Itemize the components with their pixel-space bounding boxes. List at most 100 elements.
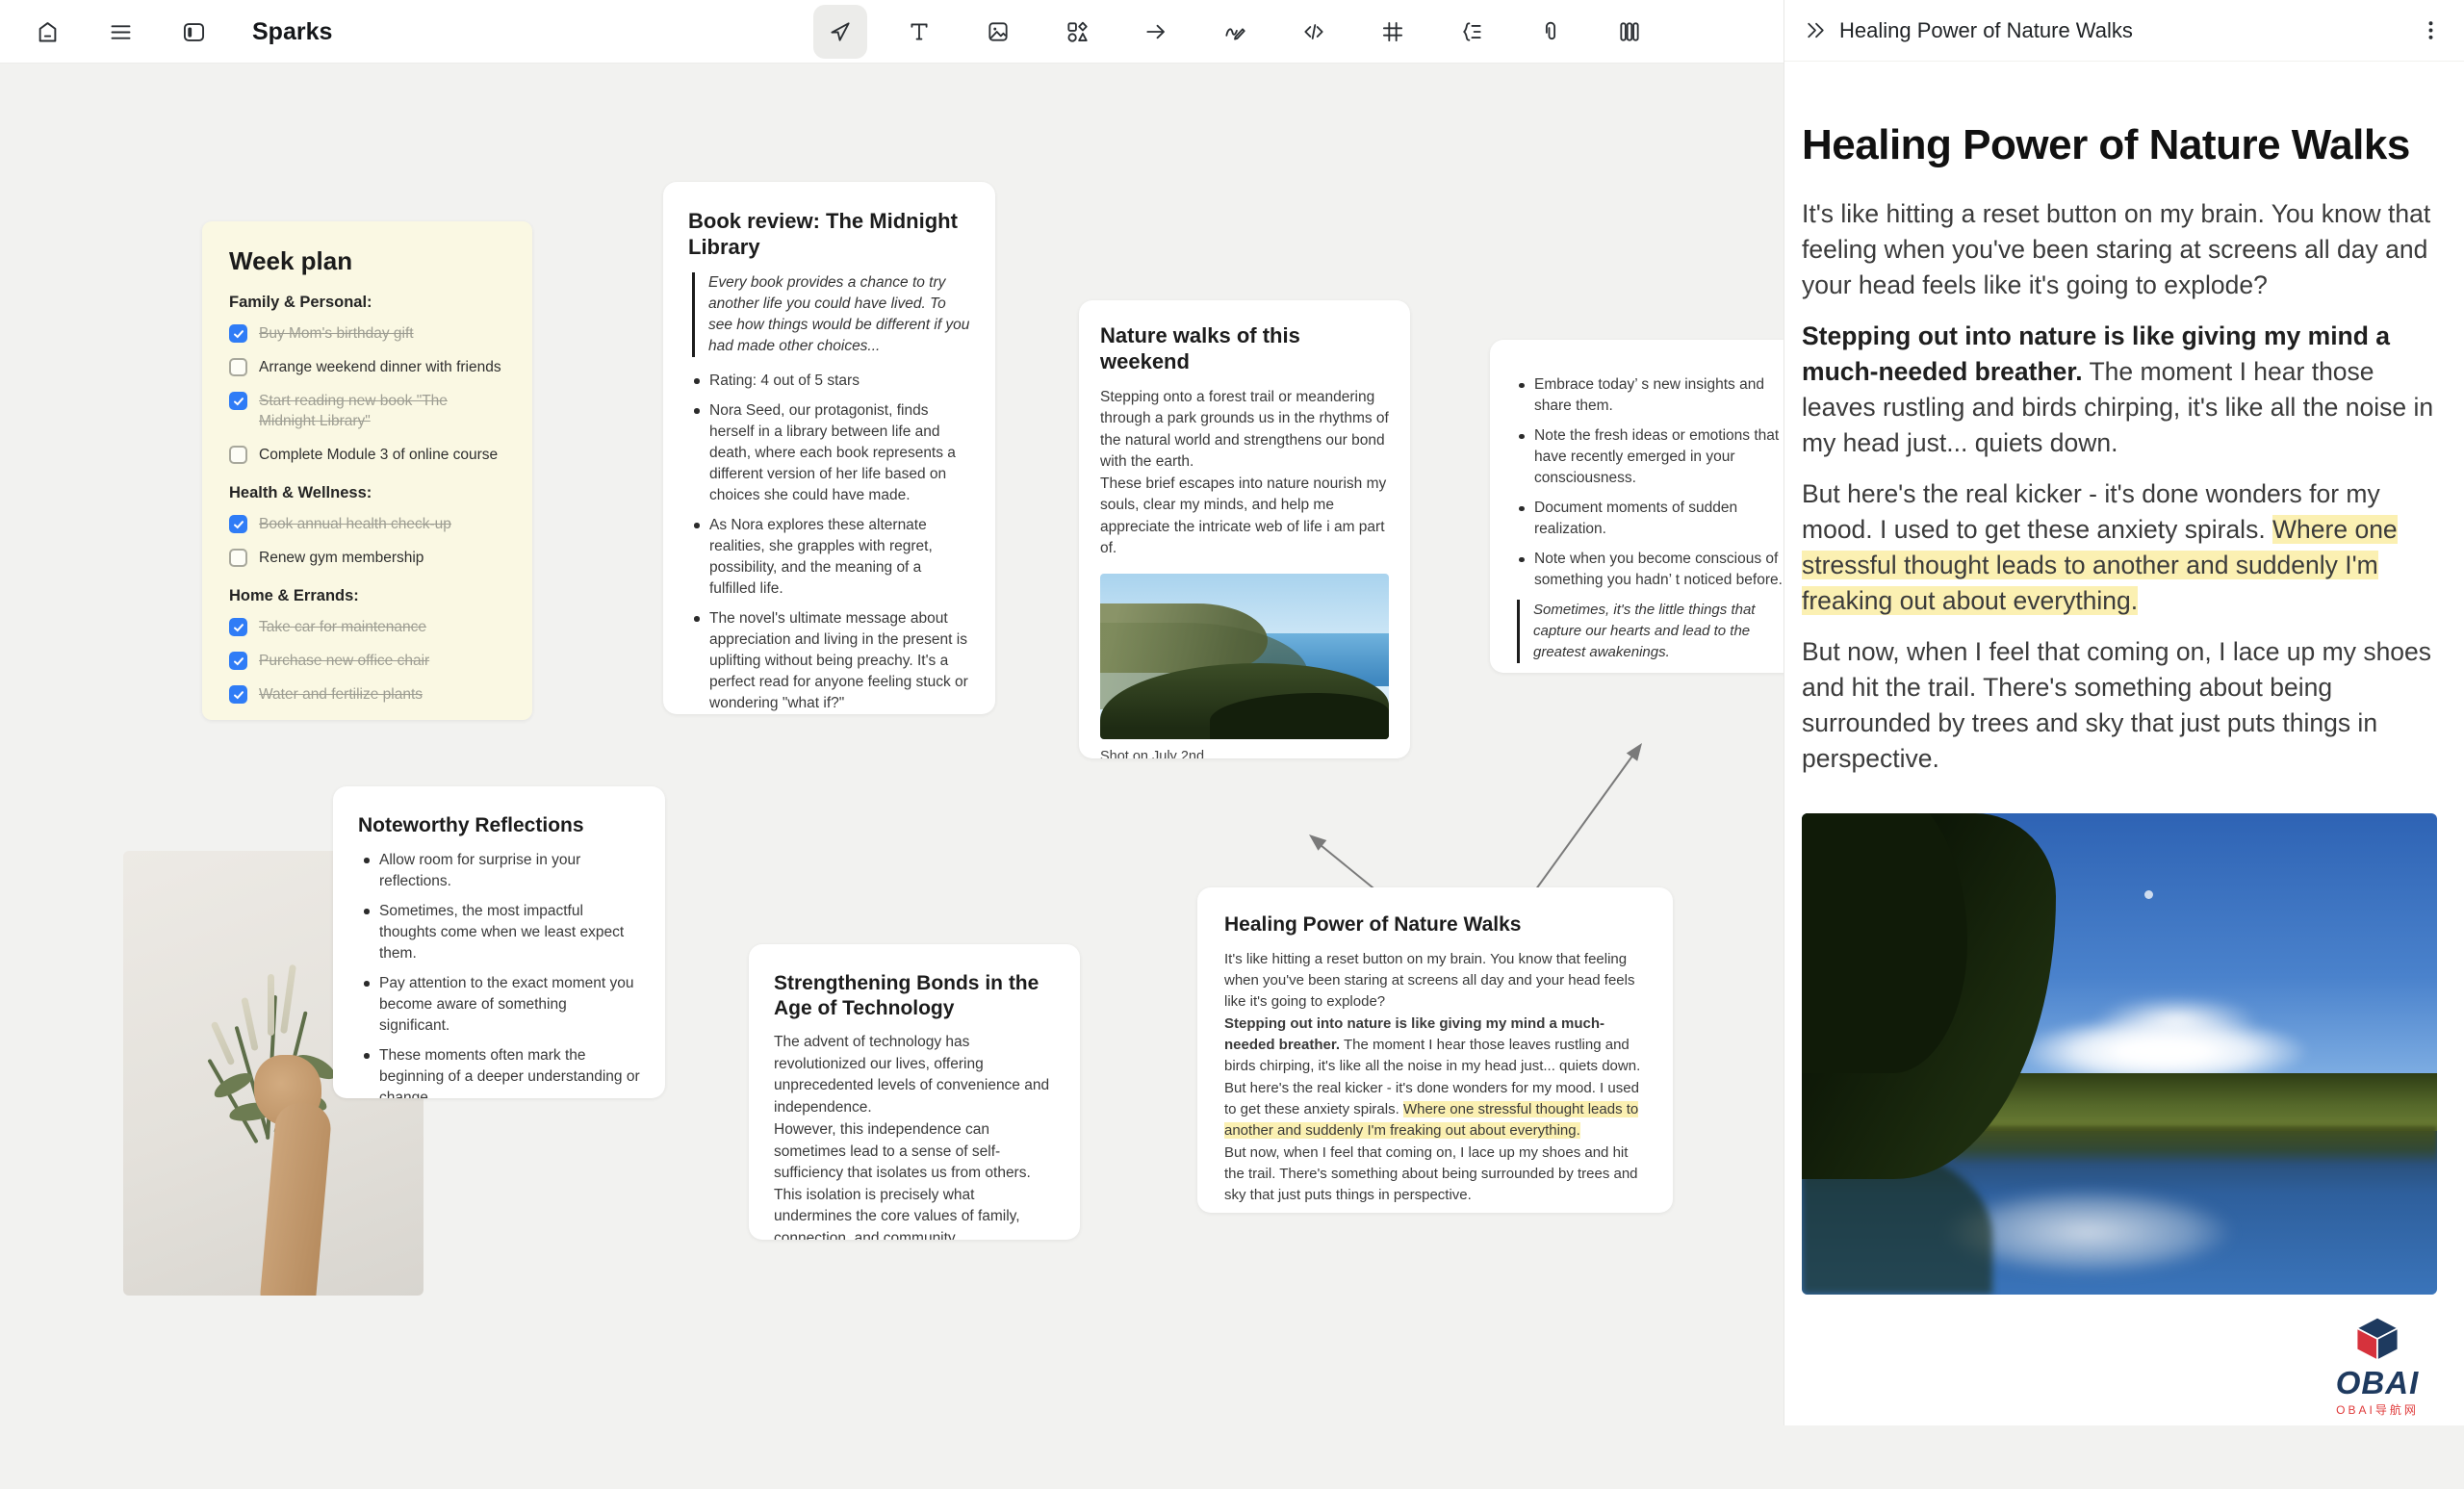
doc-paragraph: But here's the real kicker - it's done w…: [1802, 476, 2441, 619]
image-tool-button[interactable]: [971, 5, 1025, 59]
todo-item: Buy Mom's birthday gift: [229, 323, 505, 344]
arrow-tool-button[interactable]: [1129, 5, 1183, 59]
todo-item: Take car for maintenance: [229, 617, 505, 637]
week-plan-title: Week plan: [229, 246, 505, 276]
bullet: The novel's ultimate message about appre…: [688, 608, 970, 714]
doc-paragraph: It's like hitting a reset button on my b…: [1802, 196, 2441, 303]
todo-item: Complete Module 3 of online course: [229, 445, 505, 465]
card-title: Book review: The Midnight Library: [688, 209, 970, 261]
home-button[interactable]: [23, 8, 71, 56]
toolbar: [813, 5, 1656, 59]
checkbox-unchecked[interactable]: [229, 446, 247, 464]
watermark-subtitle: OBAI导航网: [2310, 1401, 2445, 1418]
panel-title: Healing Power of Nature Walks: [1839, 18, 2419, 43]
nature-walks-card[interactable]: Nature walks of this weekend Stepping on…: [1079, 300, 1410, 758]
frame-tool-button[interactable]: [1366, 5, 1420, 59]
card-body: However, this independence can sometimes…: [774, 1119, 1055, 1240]
hamburger-menu-icon: [108, 19, 134, 45]
bullet: Note when you become conscious of someth…: [1513, 549, 1800, 591]
checkbox-unchecked[interactable]: [229, 358, 247, 376]
insights-card[interactable]: Embrace today’ s new insights and share …: [1490, 340, 1823, 673]
insights-quote: Sometimes, it's the little things that c…: [1517, 600, 1800, 663]
text-icon: [907, 19, 932, 44]
checkbox-unchecked[interactable]: [229, 549, 247, 567]
frame-icon: [1380, 19, 1405, 44]
kanban-tool-button[interactable]: [1603, 5, 1656, 59]
coast-photo[interactable]: [1100, 574, 1389, 739]
watermark-brand: OBAI: [2310, 1367, 2445, 1399]
todo-item: Arrange weekend dinner with friends: [229, 357, 505, 377]
mindmap-icon: [1459, 19, 1484, 44]
bullet: Nora Seed, our protagonist, finds hersel…: [688, 400, 970, 506]
bullet: Note the fresh ideas or emotions that ha…: [1513, 425, 1800, 489]
lake-photo[interactable]: [1802, 813, 2437, 1295]
text-tool-button[interactable]: [892, 5, 946, 59]
bonds-card[interactable]: Strengthening Bonds in the Age of Techno…: [749, 944, 1080, 1240]
panel-header: Healing Power of Nature Walks: [1784, 0, 2464, 62]
card-body: The advent of technology has revolutioni…: [774, 1032, 1055, 1118]
select-tool-button[interactable]: [813, 5, 867, 59]
cursor-icon: [828, 19, 853, 44]
card-paragraph: Stepping out into nature is like giving …: [1224, 1014, 1646, 1077]
section-heading: Health & Wellness:: [229, 484, 505, 502]
sidebar-toggle-icon: [181, 19, 207, 45]
sidebar-toggle-button[interactable]: [169, 8, 218, 56]
bullet: Rating: 4 out of 5 stars: [688, 371, 970, 392]
bullet: Pay attention to the exact moment you be…: [358, 973, 640, 1037]
attachment-tool-button[interactable]: [1524, 5, 1578, 59]
card-body: These brief escapes into nature nourish …: [1100, 474, 1389, 560]
bullet: Embrace today’ s new insights and share …: [1513, 374, 1800, 417]
todo-item: Start reading new book "The Midnight Lib…: [229, 391, 505, 431]
mindmap-tool-button[interactable]: [1445, 5, 1499, 59]
bullet: Allow room for surprise in your reflecti…: [358, 850, 640, 892]
paperclip-icon: [1538, 19, 1563, 44]
todo-item: Book annual health check-up: [229, 514, 505, 534]
checkbox-checked[interactable]: [229, 652, 247, 670]
app-title: Sparks: [252, 18, 332, 46]
obai-cube-logo-icon: [2352, 1316, 2402, 1362]
document-body[interactable]: Healing Power of Nature Walks It's like …: [1784, 62, 2464, 1295]
card-paragraph: It's like hitting a reset button on my b…: [1224, 949, 1646, 1013]
doc-paragraph: But now, when I feel that coming on, I l…: [1802, 634, 2441, 777]
menu-button[interactable]: [96, 8, 144, 56]
checkbox-checked[interactable]: [229, 618, 247, 636]
reflections-bullets: Allow room for surprise in your reflecti…: [358, 850, 640, 1098]
bullet: These moments often mark the beginning o…: [358, 1045, 640, 1098]
checkbox-checked[interactable]: [229, 392, 247, 410]
healing-card[interactable]: Healing Power of Nature Walks It's like …: [1197, 887, 1673, 1213]
pen-icon: [1222, 19, 1247, 44]
book-bullets: Rating: 4 out of 5 stars Nora Seed, our …: [688, 371, 970, 714]
book-review-card[interactable]: Book review: The Midnight Library Every …: [663, 182, 995, 714]
shapes-icon: [1065, 19, 1090, 44]
more-options-icon[interactable]: [2419, 18, 2443, 42]
pen-tool-button[interactable]: [1208, 5, 1262, 59]
bullet: As Nora explores these alternate realiti…: [688, 515, 970, 600]
image-icon: [986, 19, 1011, 44]
section-heading: Family & Personal:: [229, 294, 505, 312]
shapes-tool-button[interactable]: [1050, 5, 1104, 59]
todo-item: Purchase new office chair: [229, 651, 505, 671]
checkbox-checked[interactable]: [229, 324, 247, 343]
collapse-panel-icon[interactable]: [1804, 18, 1828, 42]
doc-title: Healing Power of Nature Walks: [1802, 121, 2441, 169]
home-icon: [35, 19, 61, 45]
bullet: Sometimes, the most impactful thoughts c…: [358, 901, 640, 964]
card-title: Strengthening Bonds in the Age of Techno…: [774, 971, 1055, 1020]
week-plan-card[interactable]: Week plan Family & Personal: Buy Mom's b…: [202, 221, 532, 720]
reflections-card[interactable]: Noteworthy Reflections Allow room for su…: [333, 786, 665, 1098]
card-title: Nature walks of this weekend: [1100, 323, 1389, 375]
watermark: OBAI OBAI导航网: [2310, 1316, 2445, 1418]
checkbox-checked[interactable]: [229, 515, 247, 533]
section-heading: Home & Errands:: [229, 587, 505, 605]
code-tool-button[interactable]: [1287, 5, 1341, 59]
doc-paragraph: Stepping out into nature is like giving …: [1802, 319, 2441, 461]
photo-caption: Shot on July 2nd: [1100, 749, 1389, 758]
checkbox-checked[interactable]: [229, 685, 247, 704]
card-paragraph: But here's the real kicker - it's done w…: [1224, 1078, 1646, 1142]
document-panel: Healing Power of Nature Walks Healing Po…: [1784, 0, 2464, 1425]
card-title: Healing Power of Nature Walks: [1224, 912, 1646, 937]
insights-bullets: Embrace today’ s new insights and share …: [1513, 374, 1800, 591]
bullet: Document moments of sudden realization.: [1513, 498, 1800, 540]
todo-item: Renew gym membership: [229, 548, 505, 568]
card-title: Noteworthy Reflections: [358, 813, 640, 838]
